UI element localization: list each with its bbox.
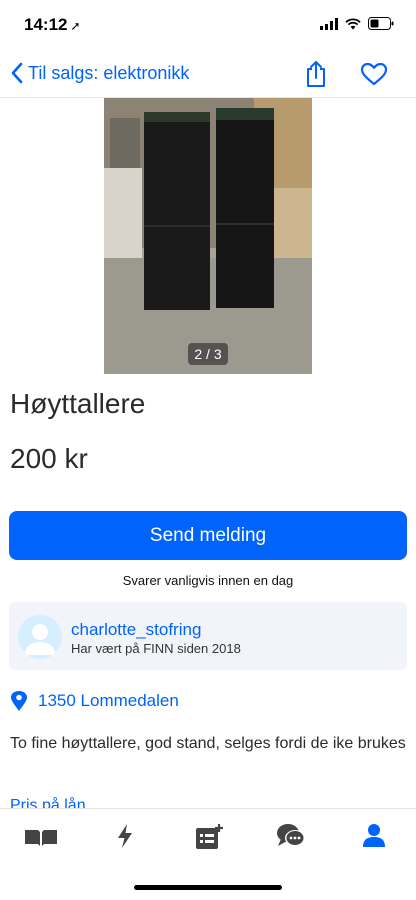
listing-photo[interactable] [104,98,312,374]
lightning-icon [118,824,132,848]
status-icons [320,17,394,30]
signal-bars-icon [320,17,338,30]
battery-icon [368,17,394,30]
profile-icon [363,824,385,847]
back-button[interactable]: Til salgs: elektronikk [10,61,189,85]
location-link[interactable]: 1350 Lommedalen [10,690,179,712]
location-text: 1350 Lommedalen [38,691,179,710]
map-pin-icon [11,691,27,711]
book-icon [25,830,57,846]
status-bar: 14:12 ➚ [0,0,416,50]
tab-messages[interactable] [274,823,308,853]
wifi-icon [345,17,361,29]
reply-note: Svarer vanligvis innen en dag [122,573,294,588]
home-indicator [134,885,282,890]
send-message-button[interactable]: Send melding [9,511,407,560]
chevron-left-icon [11,62,23,84]
tab-bar [0,808,416,900]
location-arrow-icon: ➚ [70,19,81,33]
speakers-photo [104,98,312,374]
tab-profile[interactable] [357,823,391,853]
share-icon [307,61,325,87]
seller-card[interactable]: charlotte_stofring Har vært på FINN side… [9,602,407,670]
status-time: 14:12 ➚ [24,15,81,34]
favorite-button[interactable] [360,62,388,91]
messages-icon [277,824,305,846]
image-counter: 2 / 3 [188,343,228,365]
listing-description: To fine høyttallere, god stand, selges f… [10,735,406,752]
avatar [18,615,62,659]
seller-name[interactable]: charlotte_stofring [71,620,201,640]
share-button[interactable] [303,60,329,93]
listing-title: Høyttallere [10,388,146,419]
heart-outline-icon [360,62,388,86]
tab-notifications[interactable] [108,823,142,853]
listing-price: 200 kr [10,443,88,474]
back-label: Til salgs: elektronikk [28,62,190,83]
avatar-placeholder-icon [24,624,56,655]
seller-since: Har vært på FINN siden 2018 [71,641,241,656]
tab-new-ad[interactable] [192,823,226,853]
new-ad-icon [196,824,223,849]
tab-front-page[interactable] [24,823,58,853]
loan-price-link[interactable]: Pris på lån [10,795,86,808]
nav-bar: Til salgs: elektronikk [0,50,416,98]
